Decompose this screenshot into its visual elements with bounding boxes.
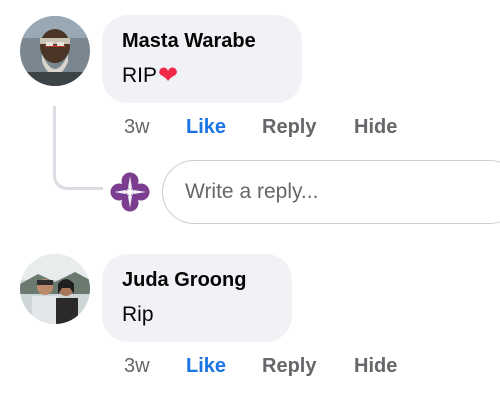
- current-user-avatar: [108, 170, 152, 214]
- commenter-avatar[interactable]: [20, 254, 90, 324]
- comment-author[interactable]: Masta Warabe: [122, 29, 282, 53]
- comment-bubble: Juda Groong Rip: [102, 254, 292, 342]
- avatar-image: [20, 254, 90, 324]
- commenter-avatar[interactable]: [20, 16, 90, 86]
- comment-body: Rip: [122, 303, 154, 326]
- avatar-image: [20, 16, 90, 86]
- comment-timestamp[interactable]: 3w: [124, 115, 150, 139]
- like-button[interactable]: Like: [186, 115, 226, 139]
- comment-text: RIP ❤: [122, 62, 282, 90]
- comment-author[interactable]: Juda Groong: [122, 268, 272, 292]
- comment-text: Rip: [122, 301, 272, 329]
- thread-connector: [53, 106, 103, 190]
- reply-input[interactable]: Write a reply...: [162, 160, 500, 224]
- reply-button[interactable]: Reply: [262, 115, 316, 139]
- reply-button[interactable]: Reply: [262, 354, 316, 378]
- hide-button[interactable]: Hide: [354, 115, 397, 139]
- flower-avatar-icon: [110, 172, 150, 212]
- comment-body: RIP: [122, 64, 158, 87]
- hide-button[interactable]: Hide: [354, 354, 397, 378]
- like-button[interactable]: Like: [186, 354, 226, 378]
- reply-placeholder: Write a reply...: [185, 180, 319, 203]
- comment-timestamp[interactable]: 3w: [124, 354, 150, 378]
- comment-bubble: Masta Warabe RIP ❤: [102, 15, 302, 103]
- heart-emoji: ❤: [158, 62, 179, 89]
